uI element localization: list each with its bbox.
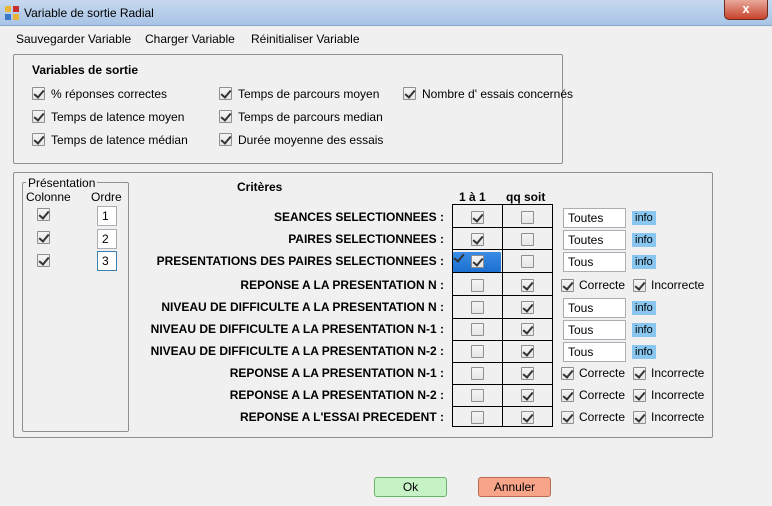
correct-checkbox[interactable]	[561, 411, 574, 424]
criteria-any-checkbox[interactable]	[521, 233, 534, 246]
info-button[interactable]: info	[632, 233, 656, 247]
presentation-column-header: Colonne	[26, 190, 71, 204]
correct-label: Correcte	[579, 388, 626, 402]
criteria-value-input[interactable]: Toutes	[563, 230, 626, 250]
incorrect-checkbox[interactable]	[633, 411, 646, 424]
criteria-any-checkbox[interactable]	[521, 411, 534, 424]
criteria-label: PRESENTATIONS DES PAIRES SELECTIONNEES :	[156, 254, 444, 268]
criteria-one-to-one-checkbox[interactable]	[471, 211, 484, 224]
criteria-any-checkbox[interactable]	[521, 255, 534, 268]
incorrect-checkbox[interactable]	[633, 367, 646, 380]
criteria-col-any: qq soit	[506, 190, 546, 204]
menu-load-variable[interactable]: Charger Variable	[145, 32, 235, 46]
output-variables-group: Variables de sortie	[13, 54, 563, 164]
criteria-one-to-one-checkbox[interactable]	[471, 323, 484, 336]
info-button[interactable]: info	[632, 255, 656, 269]
output-var-checkbox[interactable]	[32, 110, 45, 123]
criteria-label: NIVEAU DE DIFFICULTE A LA PRESENTATION N…	[150, 344, 444, 358]
criteria-label: NIVEAU DE DIFFICULTE A LA PRESENTATION N…	[161, 300, 444, 314]
correct-checkbox[interactable]	[561, 279, 574, 292]
incorrect-checkbox[interactable]	[633, 389, 646, 402]
app-icon	[5, 6, 19, 20]
criteria-one-to-one-checkbox[interactable]	[471, 389, 484, 402]
criteria-label: REPONSE A LA PRESENTATION N-2 :	[229, 388, 444, 402]
output-var-label: Durée moyenne des essais	[238, 133, 384, 147]
info-button[interactable]: info	[632, 345, 656, 359]
output-variables-legend: Variables de sortie	[30, 63, 141, 77]
criteria-label: PAIRES SELECTIONNEES :	[288, 232, 444, 246]
incorrect-label: Incorrecte	[651, 278, 705, 292]
criteria-one-to-one-checkbox[interactable]	[471, 301, 484, 314]
correct-label: Correcte	[579, 366, 626, 380]
output-var-checkbox[interactable]	[219, 110, 232, 123]
output-var-label: Temps de latence moyen	[51, 110, 185, 124]
criteria-one-to-one-checkbox[interactable]	[471, 345, 484, 358]
criteria-value-input[interactable]: Tous	[563, 342, 626, 362]
output-var-checkbox[interactable]	[219, 87, 232, 100]
correct-label: Correcte	[579, 410, 626, 424]
menu-reset-variable[interactable]: Réinitialiser Variable	[251, 32, 360, 46]
criteria-one-to-one-checkbox[interactable]	[471, 367, 484, 380]
output-var-label: % réponses correctes	[51, 87, 168, 101]
output-var-label: Temps de parcours median	[238, 110, 383, 124]
incorrect-label: Incorrecte	[651, 388, 705, 402]
criteria-value-input[interactable]: Tous	[563, 252, 626, 272]
criteria-any-checkbox[interactable]	[521, 367, 534, 380]
menu-save-variable[interactable]: Sauvegarder Variable	[16, 32, 131, 46]
criteria-col-one-to-one: 1 à 1	[459, 190, 486, 204]
correct-checkbox[interactable]	[561, 389, 574, 402]
criteria-any-checkbox[interactable]	[521, 345, 534, 358]
menu-bar: Sauvegarder Variable Charger Variable Ré…	[0, 27, 772, 51]
criteria-value-input[interactable]: Tous	[563, 320, 626, 340]
correct-label: Correcte	[579, 278, 626, 292]
output-var-checkbox[interactable]	[32, 87, 45, 100]
output-var-label: Temps de latence médian	[51, 133, 188, 147]
info-button[interactable]: info	[632, 323, 656, 337]
criteria-any-checkbox[interactable]	[521, 323, 534, 336]
close-button[interactable]: x	[724, 0, 768, 20]
incorrect-label: Incorrecte	[651, 366, 705, 380]
cancel-button[interactable]: Annuler	[478, 477, 551, 497]
criteria-label: NIVEAU DE DIFFICULTE A LA PRESENTATION N…	[150, 322, 444, 336]
presentation-legend: Présentation	[26, 176, 98, 190]
criteria-label: REPONSE A LA PRESENTATION N :	[240, 278, 444, 292]
title-bar: Variable de sortie Radial x	[0, 0, 772, 26]
output-var-label: Nombre d' essais concernés	[422, 87, 574, 101]
criteria-label: REPONSE A LA PRESENTATION N-1 :	[229, 366, 444, 380]
output-var-checkbox[interactable]	[403, 87, 416, 100]
criteria-one-to-one-checkbox[interactable]	[471, 279, 484, 292]
criteria-title: Critères	[237, 180, 283, 194]
criteria-label: SEANCES SELECTIONNEES :	[273, 210, 444, 224]
criteria-value-input[interactable]: Tous	[563, 298, 626, 318]
incorrect-label: Incorrecte	[651, 410, 705, 424]
criteria-any-checkbox[interactable]	[521, 301, 534, 314]
window-title: Variable de sortie Radial	[24, 6, 154, 20]
info-button[interactable]: info	[632, 211, 656, 225]
correct-checkbox[interactable]	[561, 367, 574, 380]
ok-button[interactable]: Ok	[374, 477, 447, 497]
output-var-label: Temps de parcours moyen	[238, 87, 380, 101]
criteria-any-checkbox[interactable]	[521, 211, 534, 224]
criteria-value-input[interactable]: Toutes	[563, 208, 626, 228]
criteria-any-checkbox[interactable]	[521, 389, 534, 402]
info-button[interactable]: info	[632, 301, 656, 315]
criteria-one-to-one-checkbox[interactable]	[471, 411, 484, 424]
criteria-label: REPONSE A L'ESSAI PRECEDENT :	[240, 410, 444, 424]
criteria-any-checkbox[interactable]	[521, 279, 534, 292]
presentation-order-header: Ordre	[91, 190, 122, 204]
criteria-one-to-one-checkbox[interactable]	[471, 233, 484, 246]
criteria-one-to-one-checkbox-mark[interactable]	[471, 255, 484, 268]
output-var-checkbox[interactable]	[32, 133, 45, 146]
incorrect-checkbox[interactable]	[633, 279, 646, 292]
output-var-checkbox[interactable]	[219, 133, 232, 146]
